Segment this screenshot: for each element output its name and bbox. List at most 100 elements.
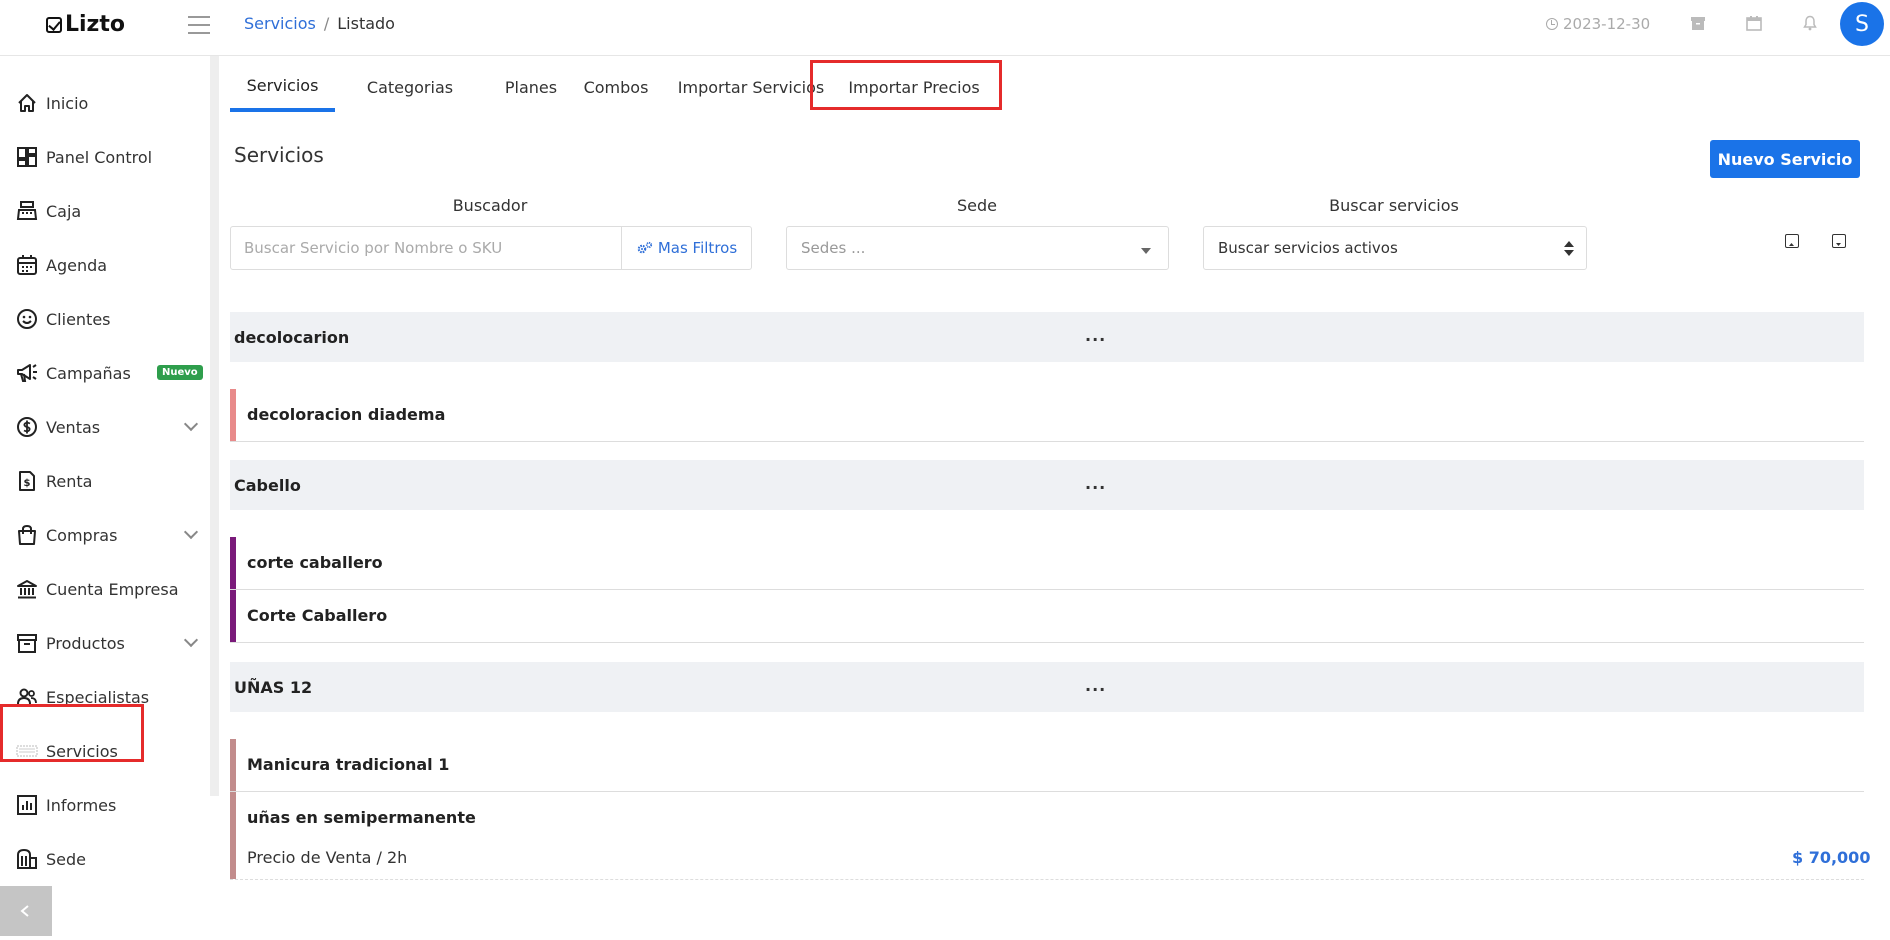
highlight-box-importar-precios <box>810 60 1002 110</box>
megaphone-icon <box>16 362 38 384</box>
category-color-bar <box>230 389 236 441</box>
report-icon <box>16 794 38 816</box>
tab-categorias[interactable]: Categorias <box>345 62 475 112</box>
shopping-bag-icon <box>16 524 38 546</box>
sidebar-item-label: Caja <box>46 201 82 221</box>
svg-text:$: $ <box>24 478 31 489</box>
logo-text: Lizto <box>65 12 125 37</box>
more-filters-button[interactable]: Mas Filtros <box>621 227 752 269</box>
more-options-icon[interactable]: ... <box>1085 676 1106 695</box>
category-name: Cabello <box>234 476 301 495</box>
calendar-icon <box>16 254 38 276</box>
service-row[interactable]: Manicura tradicional 1 <box>230 739 1864 792</box>
service-row[interactable]: Corte Caballero <box>230 590 1864 643</box>
logo[interactable]: Lizto <box>46 12 125 37</box>
service-name: Corte Caballero <box>247 606 388 625</box>
sidebar-item-productos[interactable]: Productos <box>0 623 210 663</box>
service-row[interactable]: uñas en semipermanente <box>230 792 1864 880</box>
tab-servicios[interactable]: Servicios <box>230 62 335 112</box>
archive-icon[interactable] <box>1690 15 1706 31</box>
date-text: 2023-12-30 <box>1563 15 1651 33</box>
highlight-box-servicios <box>0 704 144 762</box>
sidebar-item-cuenta-empresa[interactable]: Cuenta Empresa <box>0 569 210 609</box>
category-row[interactable]: decolocarion ... <box>230 312 1864 362</box>
more-filters-label: Mas Filtros <box>657 239 738 257</box>
invoice-icon: $ <box>16 470 38 492</box>
menu-toggle-icon[interactable] <box>188 16 210 34</box>
service-name: corte caballero <box>247 553 383 572</box>
category-color-bar <box>230 590 236 642</box>
more-options-icon[interactable]: ... <box>1085 474 1106 493</box>
sidebar-scrollbar[interactable] <box>210 56 219 796</box>
sede-label: Sede <box>957 196 997 215</box>
bell-icon[interactable] <box>1802 15 1818 31</box>
page-title: Servicios <box>234 143 324 167</box>
category-name: UÑAS 12 <box>234 678 313 697</box>
clock-icon <box>1546 18 1558 30</box>
dashboard-icon <box>16 146 38 168</box>
sidebar-item-label: Compras <box>46 525 118 545</box>
sidebar-item-agenda[interactable]: Agenda <box>0 245 210 285</box>
service-row[interactable]: corte caballero <box>230 537 1864 590</box>
sort-arrows-icon <box>1564 241 1574 257</box>
sidebar-item-panel-control[interactable]: Panel Control <box>0 137 210 177</box>
sidebar-item-sede[interactable]: Sede <box>0 839 210 879</box>
collapse-all-icon[interactable] <box>1785 234 1799 248</box>
category-row[interactable]: Cabello ... <box>230 460 1864 510</box>
category-color-bar <box>230 792 236 879</box>
status-label: Buscar servicios <box>1329 196 1459 215</box>
more-options-icon[interactable]: ... <box>1085 326 1106 345</box>
sidebar-item-label: Sede <box>46 849 86 869</box>
sidebar-item-clientes[interactable]: Clientes <box>0 299 210 339</box>
category-name: decolocarion <box>234 328 350 347</box>
smiley-icon <box>16 308 38 330</box>
breadcrumb-parent[interactable]: Servicios <box>244 14 316 33</box>
new-badge: Nuevo <box>157 365 203 380</box>
service-name: uñas en semipermanente <box>247 808 476 827</box>
sidebar-item-renta[interactable]: $ Renta <box>0 461 210 501</box>
breadcrumb-separator: / <box>323 14 330 33</box>
price-label: Precio de Venta / 2h <box>247 848 408 867</box>
new-service-button[interactable]: Nuevo Servicio <box>1710 140 1860 178</box>
search-label: Buscador <box>452 196 528 215</box>
sidebar-item-campanas[interactable]: Campañas Nuevo <box>0 353 210 393</box>
tab-combos[interactable]: Combos <box>551 62 681 112</box>
sidebar-item-label: Cuenta Empresa <box>46 579 179 599</box>
status-select-value: Buscar servicios activos <box>1218 239 1398 257</box>
sidebar-item-label: Productos <box>46 633 125 653</box>
service-row[interactable]: decoloracion diadema <box>230 389 1864 442</box>
breadcrumb: Servicios / Listado <box>244 14 395 33</box>
sidebar-item-caja[interactable]: Caja <box>0 191 210 231</box>
sidebar-item-label: Campañas <box>46 363 131 383</box>
status-select[interactable]: Buscar servicios activos <box>1203 226 1587 270</box>
current-date: 2023-12-30 <box>1546 15 1650 33</box>
sidebar-item-inicio[interactable]: Inicio <box>0 83 210 123</box>
chevron-down-icon[interactable] <box>183 632 199 648</box>
bank-icon <box>16 578 38 600</box>
sidebar-item-label: Clientes <box>46 309 111 329</box>
top-bar: Lizto Servicios / Listado 2023-12-30 S <box>0 0 1890 56</box>
service-name: Manicura tradicional 1 <box>247 755 450 774</box>
sidebar-item-compras[interactable]: Compras <box>0 515 210 555</box>
chevron-down-icon[interactable] <box>183 524 199 540</box>
sede-select[interactable]: Sedes ... <box>786 226 1169 270</box>
caret-down-icon <box>1141 248 1151 254</box>
search-input[interactable] <box>231 227 621 269</box>
chevron-down-icon[interactable] <box>183 416 199 432</box>
calendar-icon[interactable] <box>1746 15 1762 31</box>
user-avatar[interactable]: S <box>1840 2 1884 46</box>
sidebar-item-ventas[interactable]: Ventas <box>0 407 210 447</box>
sidebar-item-label: Panel Control <box>46 147 153 167</box>
sidebar-item-label: Ventas <box>46 417 101 437</box>
search-group: Mas Filtros <box>230 226 752 270</box>
sidebar-item-label: Renta <box>46 471 93 491</box>
sidebar-item-informes[interactable]: Informes <box>0 785 210 825</box>
sidebar-item-label: Agenda <box>46 255 108 275</box>
check-box-icon <box>46 16 62 33</box>
category-color-bar <box>230 537 236 589</box>
price-value: $ 70,000 <box>1792 848 1871 867</box>
cash-register-icon <box>16 200 38 222</box>
expand-all-icon[interactable] <box>1832 234 1846 248</box>
sidebar-collapse-button[interactable] <box>0 886 52 936</box>
category-row[interactable]: UÑAS 12 ... <box>230 662 1864 712</box>
